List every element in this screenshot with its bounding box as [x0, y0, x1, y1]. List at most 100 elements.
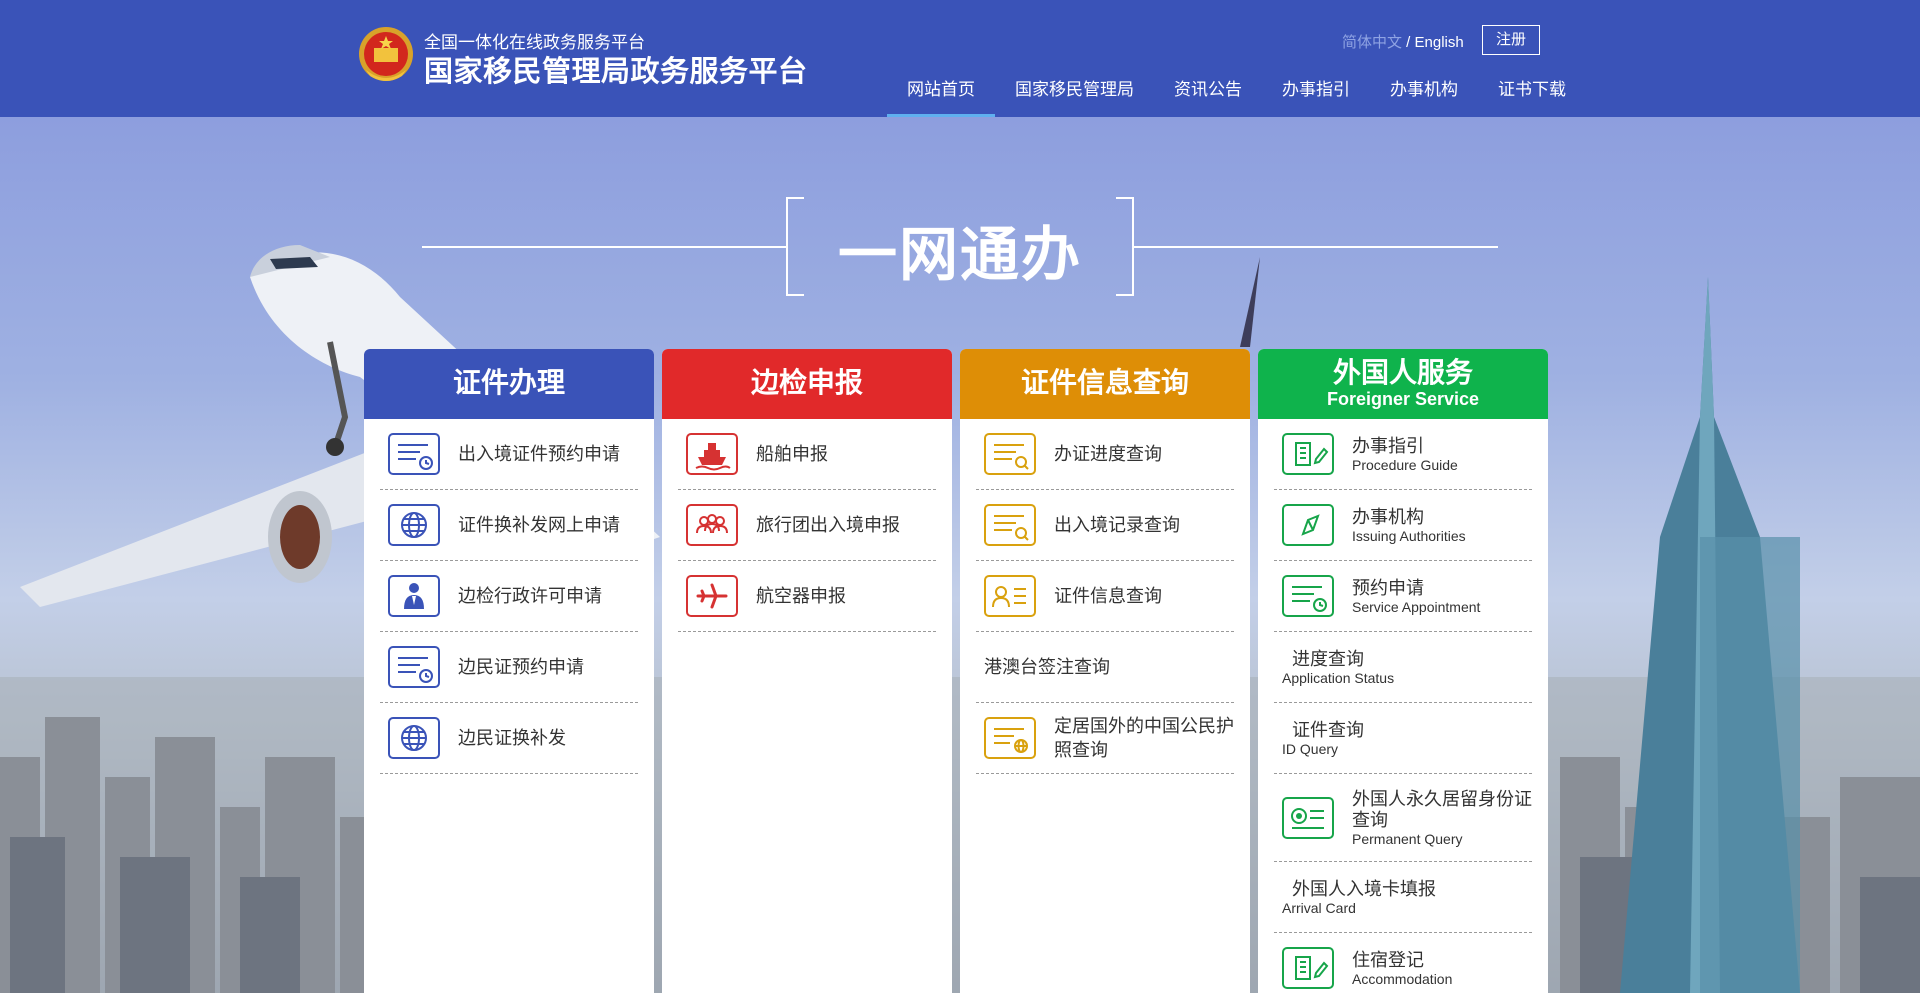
- list-item-permit-appointment[interactable]: 出入境证件预约申请: [380, 419, 638, 490]
- list-item-label-en: Procedure Guide: [1352, 456, 1458, 473]
- building-pen-icon: [1282, 433, 1334, 475]
- list-item-border-pass-renewal[interactable]: 边民证换补发: [380, 703, 638, 774]
- lang-chinese-link[interactable]: 简体中文: [1342, 34, 1402, 51]
- airplane-icon: [686, 575, 738, 617]
- list-item-overseas-passport-query[interactable]: 定居国外的中国公民护照查询: [976, 703, 1234, 774]
- column-border-title[interactable]: 边检申报: [662, 349, 952, 419]
- list-item-label-zh: 预约申请: [1352, 577, 1424, 598]
- list-item-hk-macao-taiwan-endorsement-query[interactable]: 港澳台签注查询: [976, 632, 1234, 703]
- list-item-id-query[interactable]: 证件查询 ID Query: [1274, 703, 1532, 774]
- list-item-label-en: Permanent Query: [1352, 830, 1463, 847]
- platform-title[interactable]: 国家移民管理局政务服务平台: [424, 48, 808, 90]
- building-pen-icon: [1282, 947, 1334, 989]
- slogan-bracket-right: [1116, 197, 1134, 296]
- document-clock-icon: [1282, 575, 1334, 617]
- list-item-entry-exit-record-query[interactable]: 出入境记录查询: [976, 490, 1234, 561]
- list-item-arrival-card[interactable]: 外国人入境卡填报 Arrival Card: [1274, 862, 1532, 933]
- site-header: 全国一体化在线政务服务平台 国家移民管理局政务服务平台 简体中文 / Engli…: [0, 0, 1920, 117]
- list-item-label: 进度查询 Application Status: [1282, 649, 1394, 686]
- list-item-permit-renewal[interactable]: 证件换补发网上申请: [380, 490, 638, 561]
- list-item-label: 定居国外的中国公民护照查询: [1054, 716, 1234, 760]
- list-item-progress-query[interactable]: 办证进度查询: [976, 419, 1234, 490]
- column-foreigner-title-zh: 外国人服务: [1332, 357, 1473, 388]
- id-card-icon: [984, 575, 1036, 617]
- nav-news[interactable]: 资讯公告: [1154, 67, 1262, 117]
- nav-guide[interactable]: 办事指引: [1262, 67, 1370, 117]
- list-item-label-en: Issuing Authorities: [1352, 527, 1466, 544]
- compass-icon: [1282, 504, 1334, 546]
- document-clock-icon: [388, 646, 440, 688]
- list-item-application-status[interactable]: 进度查询 Application Status: [1274, 632, 1532, 703]
- list-item-label-en: Application Status: [1282, 669, 1395, 686]
- list-item-ship-declaration[interactable]: 船舶申报: [678, 419, 936, 490]
- list-item-label: 边检行政许可申请: [458, 586, 602, 606]
- column-permits: 证件办理 出入境证件预约申请 证件换补发网上申请 边检行政许可申请 边民证预约申…: [364, 349, 654, 993]
- list-item-service-appointment[interactable]: 预约申请 Service Appointment: [1274, 561, 1532, 632]
- national-emblem-logo[interactable]: [358, 26, 414, 86]
- ship-icon: [686, 433, 738, 475]
- column-permits-title[interactable]: 证件办理: [364, 349, 654, 419]
- column-foreigner-service: 外国人服务 Foreigner Service 办事指引 Procedure Gu…: [1258, 349, 1548, 993]
- list-item-issuing-authorities[interactable]: 办事机构 Issuing Authorities: [1274, 490, 1532, 561]
- list-item-label: 办事机构 Issuing Authorities: [1352, 507, 1466, 544]
- list-item-label: 出入境记录查询: [1054, 515, 1180, 535]
- group-icon: [686, 504, 738, 546]
- document-search-icon: [984, 433, 1036, 475]
- globe-icon: [388, 504, 440, 546]
- list-item-label: 边民证预约申请: [458, 657, 584, 677]
- list-item-label: 办证进度查询: [1054, 444, 1162, 464]
- list-item-label-zh: 办事机构: [1352, 506, 1424, 527]
- document-globe-icon: [984, 717, 1036, 759]
- officer-icon: [388, 575, 440, 617]
- document-search-icon: [984, 504, 1036, 546]
- list-item-label: 航空器申报: [756, 586, 846, 606]
- list-item-label-en: Service Appointment: [1352, 598, 1481, 615]
- column-foreigner-title[interactable]: 外国人服务 Foreigner Service: [1258, 349, 1548, 419]
- list-item-document-info-query[interactable]: 证件信息查询: [976, 561, 1234, 632]
- list-item-label-zh: 证件查询: [1292, 719, 1364, 740]
- list-item-procedure-guide[interactable]: 办事指引 Procedure Guide: [1274, 419, 1532, 490]
- list-item-label: 证件换补发网上申请: [458, 515, 620, 535]
- column-query-title[interactable]: 证件信息查询: [960, 349, 1250, 419]
- list-item-label: 外国人永久居留身份证查询 Permanent Query: [1352, 789, 1532, 847]
- slogan-line-left: [422, 246, 786, 248]
- list-item-label-zh: 外国人入境卡填报: [1292, 878, 1436, 899]
- list-item-label: 港澳台签注查询: [984, 657, 1110, 677]
- list-item-label: 边民证换补发: [458, 728, 566, 748]
- list-item-label: 证件查询 ID Query: [1282, 720, 1364, 757]
- list-item-label: 船舶申报: [756, 444, 828, 464]
- lang-english-link[interactable]: English: [1415, 34, 1464, 51]
- list-item-label: 预约申请 Service Appointment: [1352, 578, 1480, 615]
- list-item-aircraft-declaration[interactable]: 航空器申报: [678, 561, 936, 632]
- list-item-permanent-residence-query[interactable]: 外国人永久居留身份证查询 Permanent Query: [1274, 774, 1532, 862]
- column-border-declaration: 边检申报 船舶申报 旅行团出入境申报 航空器申报: [662, 349, 952, 993]
- nav-nia[interactable]: 国家移民管理局: [995, 67, 1154, 117]
- list-item-label-zh: 外国人永久居留身份证查询: [1352, 788, 1532, 830]
- list-item-label: 住宿登记 Accommodation: [1352, 950, 1452, 987]
- register-button[interactable]: 注册: [1482, 25, 1540, 55]
- nav-offices[interactable]: 办事机构: [1370, 67, 1478, 117]
- list-item-label: 出入境证件预约申请: [458, 444, 620, 464]
- list-item-tour-group-declaration[interactable]: 旅行团出入境申报: [678, 490, 936, 561]
- id-card-emblem-icon: [1282, 796, 1334, 839]
- list-item-label: 外国人入境卡填报 Arrival Card: [1282, 879, 1436, 916]
- nav-home[interactable]: 网站首页: [887, 67, 995, 117]
- globe-icon: [388, 717, 440, 759]
- list-item-border-pass-appointment[interactable]: 边民证预约申请: [380, 632, 638, 703]
- list-item-label: 旅行团出入境申报: [756, 515, 900, 535]
- list-item-label-zh: 办事指引: [1352, 435, 1424, 456]
- column-document-query: 证件信息查询 办证进度查询 出入境记录查询 证件信息查询 港澳台签注查询 定居国…: [960, 349, 1250, 993]
- list-item-label: 证件信息查询: [1054, 586, 1162, 606]
- list-item-label: 办事指引 Procedure Guide: [1352, 436, 1458, 473]
- nav-certificate-download[interactable]: 证书下载: [1478, 67, 1586, 117]
- language-switch: 简体中文 / English: [1342, 31, 1464, 52]
- slogan-title: 一网通办: [837, 222, 1082, 288]
- list-item-border-permit[interactable]: 边检行政许可申请: [380, 561, 638, 632]
- list-item-label-en: ID Query: [1282, 740, 1339, 757]
- column-foreigner-title-en: Foreigner Service: [1326, 389, 1480, 409]
- slogan-line-right: [1134, 246, 1498, 248]
- list-item-label-zh: 住宿登记: [1352, 949, 1424, 970]
- list-item-accommodation[interactable]: 住宿登记 Accommodation: [1274, 933, 1532, 993]
- lang-separator: /: [1402, 34, 1415, 51]
- main-nav: 网站首页 国家移民管理局 资讯公告 办事指引 办事机构 证书下载: [887, 67, 1586, 117]
